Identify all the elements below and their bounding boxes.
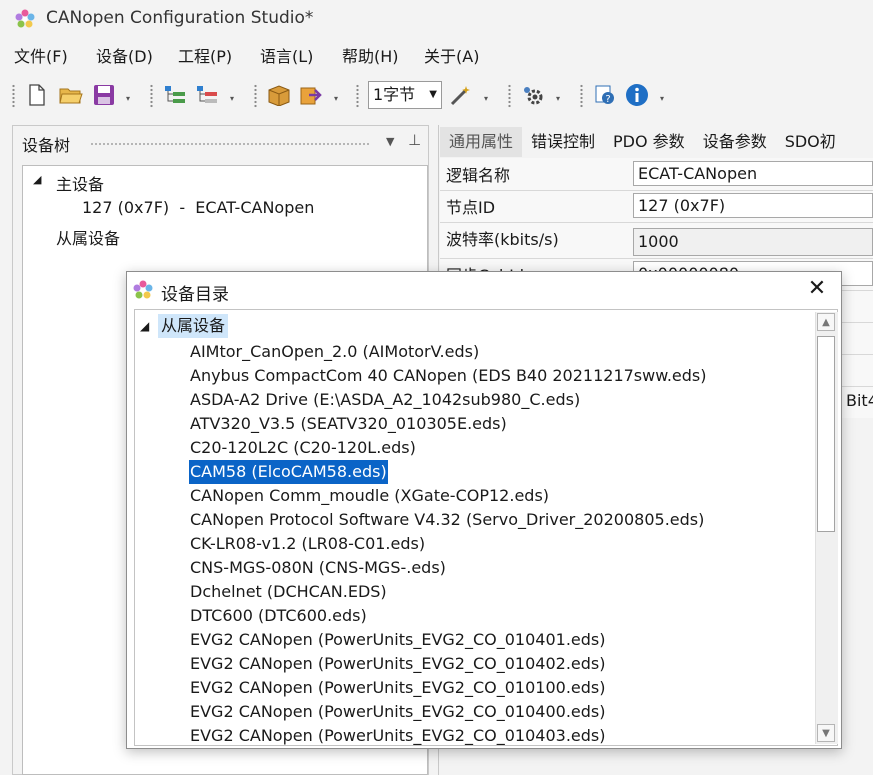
tree-master-node[interactable]: 127 (0x7F) - ECAT-CANopen: [82, 198, 314, 217]
property-label: 节点ID: [446, 198, 496, 217]
panel-menu-dropdown-icon[interactable]: ▼: [386, 135, 394, 148]
tree-slave-label[interactable]: 从属设备: [56, 225, 120, 249]
app-flower-icon: [133, 280, 153, 299]
svg-text:?: ?: [605, 94, 610, 105]
info-icon[interactable]: [624, 82, 650, 108]
export-dropdown-icon[interactable]: ▾: [334, 94, 342, 104]
settings-icon[interactable]: [520, 82, 546, 108]
tree-master-label[interactable]: 主设备: [56, 171, 104, 195]
tab-sdo[interactable]: SDO初: [776, 127, 845, 157]
tab-error-control[interactable]: 错误控制: [522, 127, 604, 157]
wand-dropdown-icon[interactable]: ▾: [484, 94, 492, 104]
settings-dropdown-icon[interactable]: ▾: [556, 94, 564, 104]
catalog-item[interactable]: CANopen Protocol Software V4.32 (Servo_D…: [189, 508, 705, 532]
package-icon[interactable]: [266, 82, 292, 108]
toolbar-grip[interactable]: [508, 84, 511, 108]
catalog-item[interactable]: CANopen Comm_moudle (XGate-COP12.eds): [189, 484, 550, 508]
menu-bar: 文件(F) 设备(D) 工程(P) 语言(L) 帮助(H) 关于(A): [0, 41, 873, 73]
logical-name-field[interactable]: ECAT-CANopen: [633, 161, 873, 186]
menu-help[interactable]: 帮助(H): [328, 41, 410, 73]
catalog-item[interactable]: EVG2 CANopen (PowerUnits_EVG2_CO_010100.…: [189, 676, 606, 700]
tree-expand-icon[interactable]: ◢: [140, 314, 149, 338]
close-icon[interactable]: ✕: [805, 278, 829, 302]
wand-icon[interactable]: [448, 82, 474, 108]
property-tabs: 通用属性 错误控制 PDO 参数 设备参数 SDO初: [440, 127, 873, 157]
tab-general[interactable]: 通用属性: [440, 127, 523, 157]
device-tree-title: 设备树: [22, 136, 71, 155]
tree-expand-icon[interactable]: ◢: [33, 173, 41, 186]
catalog-item[interactable]: EVG2 CANopen (PowerUnits_EVG2_CO_010400.…: [189, 700, 606, 724]
bit-option-label[interactable]: Bit4: [846, 391, 873, 410]
catalog-item[interactable]: ASDA-A2 Drive (E:\ASDA_A2_1042sub980_C.e…: [189, 388, 581, 412]
property-row: 节点ID 127 (0x7F): [440, 190, 873, 223]
catalog-item[interactable]: Anybus CompactCom 40 CANopen (EDS B40 20…: [189, 364, 708, 388]
byte-size-select[interactable]: 1字节 ▼: [368, 81, 442, 109]
catalog-item[interactable]: AIMtor_CanOpen_2.0 (AIMotorV.eds): [189, 340, 480, 364]
catalog-item[interactable]: Dchelnet (DCHCAN.EDS): [189, 580, 388, 604]
property-row: 波特率(kbits/s) 1000: [440, 222, 873, 259]
save-icon[interactable]: [91, 82, 117, 108]
catalog-root-node[interactable]: 从属设备: [158, 314, 229, 338]
property-label: 波特率(kbits/s): [446, 230, 559, 249]
catalog-item[interactable]: CK-LR08-v1.2 (LR08-C01.eds): [189, 532, 426, 556]
save-dropdown-icon[interactable]: ▾: [126, 94, 134, 104]
node-id-field[interactable]: 127 (0x7F): [633, 193, 873, 218]
export-icon[interactable]: [298, 82, 324, 108]
pin-icon[interactable]: ⊥: [408, 131, 421, 149]
window-title: CANopen Configuration Studio*: [46, 8, 314, 28]
add-node-icon[interactable]: [162, 82, 188, 108]
catalog-item[interactable]: EVG2 CANopen (PowerUnits_EVG2_CO_010403.…: [189, 724, 606, 748]
node-dropdown-icon[interactable]: ▾: [230, 94, 238, 104]
menu-about[interactable]: 关于(A): [410, 41, 492, 73]
toolbar-grip[interactable]: [356, 84, 359, 108]
scrollbar-thumb[interactable]: [817, 336, 835, 532]
catalog-item[interactable]: DTC600 (DTC600.eds): [189, 604, 368, 628]
scroll-down-icon[interactable]: ▼: [817, 724, 835, 742]
tab-pdo[interactable]: PDO 参数: [604, 127, 694, 157]
new-file-icon[interactable]: [24, 82, 50, 108]
toolbar-grip[interactable]: [580, 84, 583, 108]
help-icon[interactable]: ?: [592, 82, 618, 108]
property-label: 逻辑名称: [446, 166, 511, 185]
menu-file[interactable]: 文件(F): [0, 41, 82, 73]
menu-device[interactable]: 设备(D): [82, 41, 164, 73]
menu-language[interactable]: 语言(L): [246, 41, 328, 73]
chevron-down-icon: ▼: [429, 89, 437, 100]
catalog-item[interactable]: C20-120L2C (C20-120L.eds): [189, 436, 417, 460]
catalog-item[interactable]: CAM58 (ElcoCAM58.eds): [188, 459, 389, 485]
baud-rate-field[interactable]: 1000: [633, 228, 873, 256]
toolbar-grip[interactable]: [12, 84, 15, 108]
remove-node-icon[interactable]: [194, 82, 220, 108]
open-folder-icon[interactable]: [58, 82, 84, 108]
scroll-up-icon[interactable]: ▲: [817, 313, 835, 331]
catalog-item[interactable]: EVG2 CANopen (PowerUnits_EVG2_CO_010402.…: [189, 652, 606, 676]
menu-project[interactable]: 工程(P): [164, 41, 246, 73]
catalog-item[interactable]: ATV320_V3.5 (SEATV320_010305E.eds): [189, 412, 508, 436]
byte-size-value: 1字节: [373, 85, 416, 104]
dialog-title: 设备目录: [161, 285, 229, 305]
panel-drag-handle[interactable]: [90, 142, 370, 146]
catalog-item[interactable]: EVG2 CANopen (PowerUnits_EVG2_CO_010401.…: [189, 628, 606, 652]
info-dropdown-icon[interactable]: ▾: [660, 94, 668, 104]
tab-device-params[interactable]: 设备参数: [694, 127, 776, 157]
toolbar-grip[interactable]: [254, 84, 257, 108]
toolbar-grip[interactable]: [150, 84, 153, 108]
catalog-item[interactable]: CNS-MGS-080N (CNS-MGS-.eds): [189, 556, 447, 580]
property-row: 逻辑名称 ECAT-CANopen: [440, 158, 873, 191]
app-flower-icon: [15, 9, 35, 28]
